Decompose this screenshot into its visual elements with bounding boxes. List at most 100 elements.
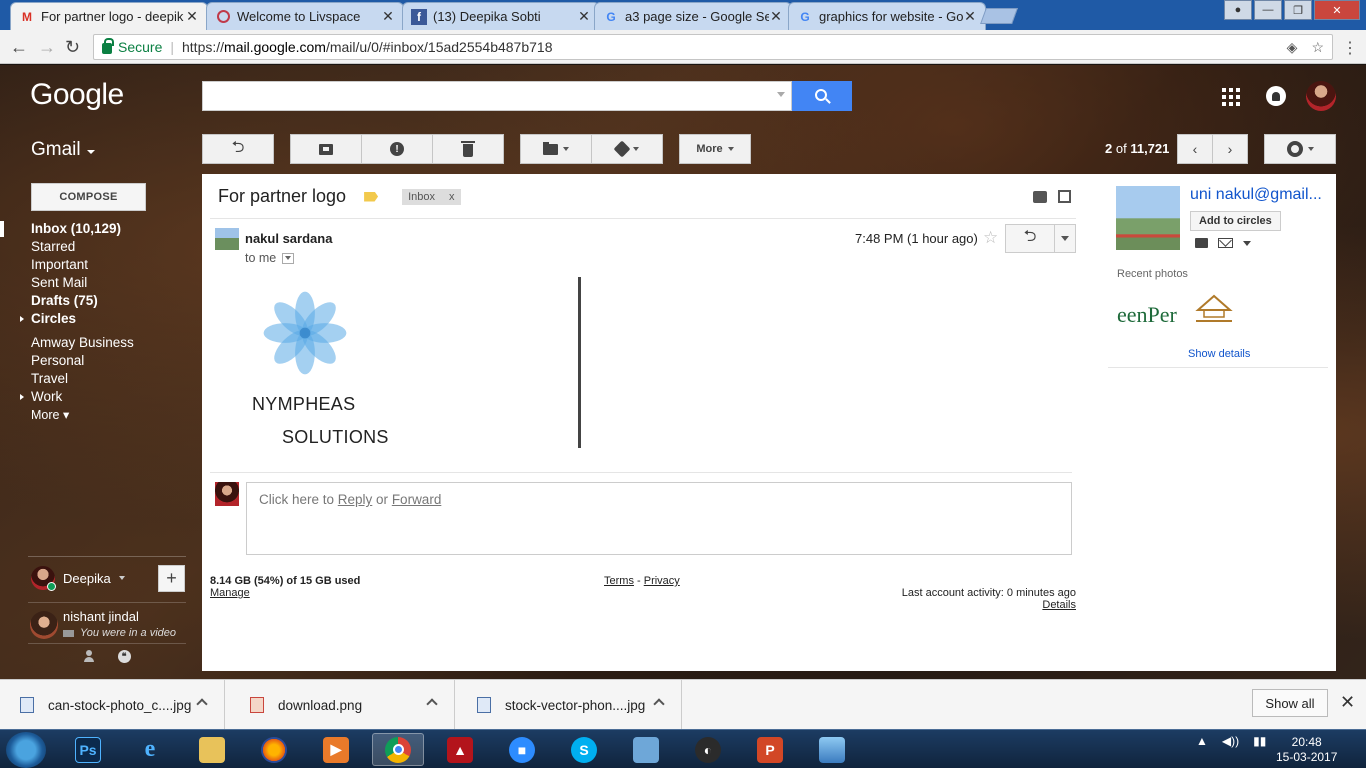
forward-icon[interactable]: → [38, 37, 56, 58]
label-chip-inbox[interactable]: Inbox x [402, 188, 461, 205]
close-icon[interactable]: ✕ [769, 8, 783, 25]
reply-link[interactable]: Reply [338, 492, 373, 507]
google-logo[interactable]: Google [30, 78, 124, 112]
print-icon[interactable] [1033, 191, 1047, 203]
browser-tab-gmail[interactable]: M For partner logo - deepik ✕ [10, 2, 208, 30]
back-to-inbox-button[interactable]: ⮌ [202, 134, 274, 164]
settings-button[interactable] [1264, 134, 1336, 164]
bookmark-star-icon[interactable]: ☆ [1311, 39, 1324, 56]
volume-icon[interactable]: ◀)) [1222, 734, 1239, 748]
activity-details-link[interactable]: Details [1042, 599, 1076, 611]
search-input[interactable] [202, 81, 792, 111]
maximize-icon[interactable]: ❐ [1284, 0, 1312, 20]
nav-item-circles[interactable]: Circles [0, 310, 190, 328]
nav-item-starred[interactable]: Starred [0, 238, 190, 256]
new-tab-button[interactable] [980, 8, 1018, 24]
contact-name[interactable]: uni nakul@gmail... [1190, 186, 1330, 204]
close-icon[interactable]: ✕ [577, 8, 591, 25]
nav-item-travel[interactable]: Travel [0, 370, 190, 388]
new-chat-button[interactable]: + [158, 565, 185, 592]
search-options-icon[interactable] [777, 92, 785, 97]
close-window-icon[interactable]: ✕ [1314, 0, 1360, 20]
user-icon[interactable]: ● [1224, 0, 1252, 20]
email-icon[interactable] [1218, 238, 1233, 248]
recent-photo-thumbnail[interactable]: eenPer [1117, 302, 1177, 328]
close-download-bar-icon[interactable]: ✕ [1340, 692, 1355, 713]
sender-name[interactable]: nakul sardana [245, 231, 332, 246]
reload-icon[interactable]: ↻ [65, 37, 80, 58]
notifications-icon[interactable] [1266, 86, 1286, 106]
taskbar-powerpoint[interactable]: P [744, 733, 796, 766]
more-button[interactable]: More [679, 134, 751, 164]
older-button[interactable]: › [1212, 134, 1248, 164]
importance-marker-icon[interactable] [364, 191, 379, 202]
nav-item-important[interactable]: Important [0, 256, 190, 274]
reply-button[interactable]: ⮌ [1005, 224, 1055, 253]
labels-button[interactable] [591, 134, 663, 164]
archive-button[interactable] [290, 134, 362, 164]
chat-contact[interactable]: nishant jindal You were in a video [28, 602, 186, 644]
nav-item-work[interactable]: Work [0, 388, 190, 406]
expand-icon[interactable] [20, 394, 24, 400]
chevron-down-icon[interactable] [1243, 240, 1251, 246]
gmail-menu[interactable]: Gmail [31, 139, 95, 161]
taskbar-photoshop[interactable]: Ps [62, 733, 114, 766]
minimize-icon[interactable]: — [1254, 0, 1282, 20]
apps-grid-icon[interactable] [1222, 88, 1240, 106]
contacts-icon[interactable] [83, 650, 94, 662]
close-icon[interactable]: ✕ [963, 8, 977, 25]
taskbar-app[interactable]: ◐ [682, 733, 734, 766]
close-icon[interactable]: ✕ [381, 8, 395, 25]
quick-reply-box[interactable]: Click here to Reply or Forward [246, 482, 1072, 555]
manage-storage-link[interactable]: Manage [210, 587, 250, 599]
taskbar-acrobat[interactable]: ▲ [434, 733, 486, 766]
eye-icon[interactable]: ◈ [1287, 39, 1298, 56]
hangouts-icon[interactable]: ❝ [117, 650, 131, 663]
report-spam-button[interactable]: ! [361, 134, 433, 164]
nav-item-sent[interactable]: Sent Mail [0, 274, 190, 292]
browser-tab-facebook[interactable]: f (13) Deepika Sobti ✕ [402, 2, 600, 30]
chevron-up-icon[interactable] [426, 698, 438, 710]
chevron-up-icon[interactable] [196, 698, 208, 710]
close-icon[interactable]: ✕ [185, 8, 199, 25]
secure-indicator[interactable]: Secure [102, 38, 162, 55]
download-item[interactable]: download.png [230, 680, 455, 730]
download-item[interactable]: can-stock-photo_c....jpg [0, 680, 225, 730]
taskbar-video[interactable]: ■ [496, 733, 548, 766]
network-icon[interactable]: ▮▮ [1253, 734, 1266, 748]
message-more-button[interactable] [1054, 224, 1076, 253]
show-all-downloads-button[interactable]: Show all [1252, 689, 1328, 717]
nav-item-personal[interactable]: Personal [0, 352, 190, 370]
account-avatar[interactable] [1306, 81, 1336, 111]
sender-avatar[interactable] [215, 228, 239, 250]
browser-tab-graphics[interactable]: G graphics for website - Go ✕ [788, 2, 986, 30]
back-icon[interactable]: ← [10, 37, 28, 58]
new-window-icon[interactable] [1058, 190, 1071, 203]
newer-button[interactable]: ‹ [1177, 134, 1213, 164]
nav-item-inbox[interactable]: Inbox (10,129) [0, 220, 190, 238]
nav-item-amway[interactable]: Amway Business [0, 334, 190, 352]
taskbar-ie[interactable]: e [124, 733, 176, 766]
forward-link[interactable]: Forward [392, 492, 442, 507]
taskbar-explorer[interactable] [186, 733, 238, 766]
star-icon[interactable]: ☆ [983, 228, 998, 248]
expand-icon[interactable] [20, 316, 24, 322]
profile-card-icon[interactable] [1195, 238, 1208, 248]
nav-item-drafts[interactable]: Drafts (75) [0, 292, 190, 310]
delete-button[interactable] [432, 134, 504, 164]
add-to-circles-button[interactable]: Add to circles [1190, 211, 1281, 231]
url-field[interactable]: Secure | https://mail.google.com/mail/u/… [93, 34, 1333, 60]
chevron-up-icon[interactable] [653, 698, 665, 710]
system-clock[interactable]: 20:48 15-03-2017 [1276, 735, 1337, 765]
nav-item-more[interactable]: More ▾ [0, 406, 190, 424]
chevron-up-icon[interactable]: ▲ [1196, 734, 1208, 748]
taskbar-photos[interactable] [806, 733, 858, 766]
taskbar-chrome[interactable] [372, 733, 424, 766]
taskbar-skype[interactable]: S [558, 733, 610, 766]
taskbar-control-panel[interactable] [620, 733, 672, 766]
browser-menu-icon[interactable]: ⋮ [1342, 38, 1358, 58]
recent-photo-thumbnail[interactable] [1192, 294, 1236, 324]
remove-label-icon[interactable]: x [449, 191, 455, 203]
compose-button[interactable]: COMPOSE [31, 183, 146, 211]
chat-self-status[interactable]: Deepika [31, 566, 125, 591]
